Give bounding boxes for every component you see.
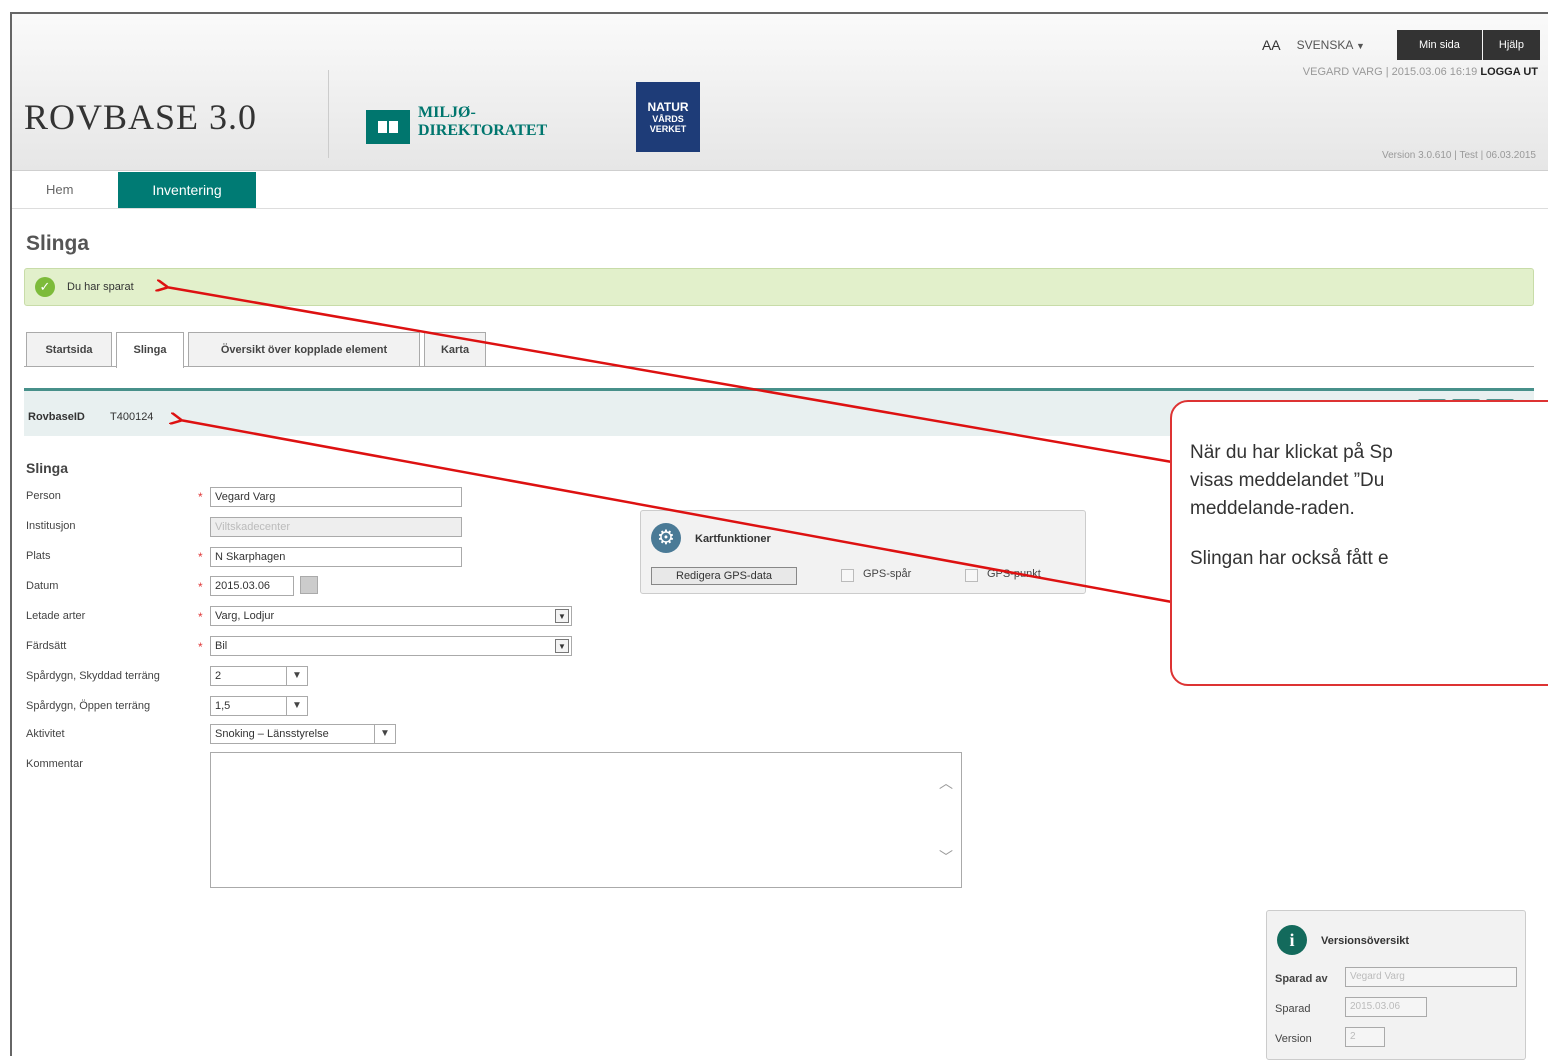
callout-text-line: meddelande-raden.: [1190, 498, 1355, 519]
arrow-to-message: [166, 287, 1173, 464]
callout-text-line: När du har klickat på Sp: [1190, 442, 1393, 463]
callout-text-line: Slingan har också fått e: [1190, 548, 1389, 569]
arrow-to-rovbaseid: [180, 420, 1173, 604]
annotation-callout: När du har klickat på Sp visas meddeland…: [1170, 400, 1548, 686]
callout-text-line: visas meddelandet ”Du: [1190, 470, 1385, 491]
